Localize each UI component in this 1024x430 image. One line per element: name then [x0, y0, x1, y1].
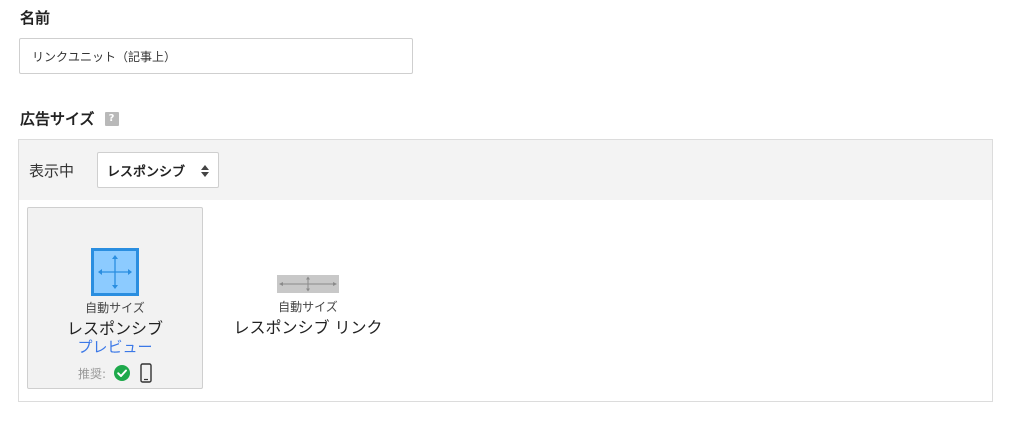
preview-link[interactable]: プレビュー [28, 336, 202, 357]
name-label: 名前 [20, 9, 51, 27]
ad-size-option-responsive[interactable]: 自動サイズ レスポンシブ プレビュー 推奨: [27, 207, 203, 389]
responsive-link-size-icon [277, 275, 339, 293]
option-sublabel: 自動サイズ [278, 300, 338, 314]
responsive-link-icon-wrap [215, 275, 401, 293]
ad-size-label-row: 広告サイズ ? [20, 108, 119, 129]
option-sublabel: 自動サイズ [85, 301, 145, 315]
mobile-phone-icon [140, 363, 152, 383]
check-circle-icon [114, 365, 131, 381]
ad-size-panel: 表示中 レスポンシブ 自動サイズ レスポンシブ プレビュー 推奨: 自動サイズ … [18, 139, 993, 402]
ad-size-label: 広告サイズ [20, 110, 95, 128]
showing-label: 表示中 [29, 162, 75, 180]
recommend-row: 推奨: [28, 363, 202, 383]
recommend-label: 推奨: [77, 366, 107, 381]
option-label: レスポンシブ リンク [233, 318, 383, 337]
responsive-icon-wrap [28, 248, 202, 296]
panel-header: 表示中 レスポンシブ [19, 140, 992, 200]
ad-size-option-responsive-link[interactable]: 自動サイズ レスポンシブ リンク [215, 207, 401, 389]
responsive-size-icon [91, 248, 139, 296]
display-mode-select[interactable]: レスポンシブ [97, 152, 219, 188]
select-value: レスポンシブ [107, 164, 186, 180]
name-input[interactable] [19, 38, 413, 74]
help-icon[interactable]: ? [104, 111, 119, 126]
up-down-arrows-icon [201, 165, 209, 177]
